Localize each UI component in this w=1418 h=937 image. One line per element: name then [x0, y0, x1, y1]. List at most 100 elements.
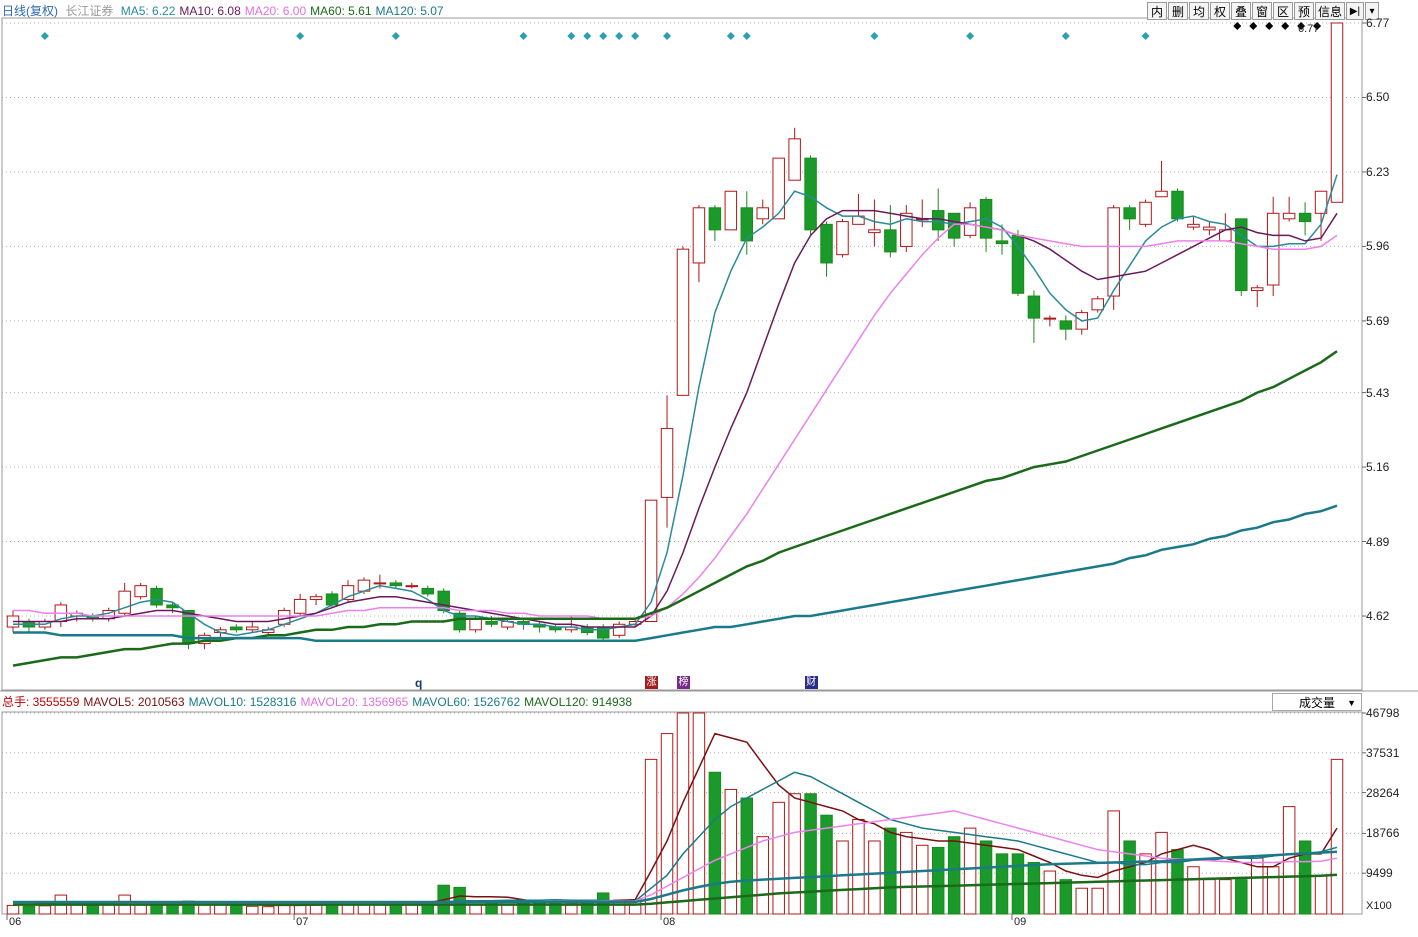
q-marker[interactable]: q [415, 676, 422, 690]
volume-bar[interactable] [70, 904, 84, 915]
signal-diamond-icon[interactable] [631, 32, 640, 40]
candle-body[interactable] [118, 590, 131, 614]
signal-diamond-icon[interactable] [870, 32, 879, 40]
candle-body[interactable] [1139, 201, 1152, 225]
volume-bar[interactable] [788, 793, 801, 915]
period-label[interactable]: 日线(复权) [2, 4, 58, 18]
volume-bar[interactable] [1043, 870, 1057, 915]
candle-body[interactable] [804, 157, 817, 231]
volume-bar[interactable] [884, 827, 897, 915]
candle-body[interactable] [995, 240, 1009, 245]
signal-diamond-icon[interactable] [966, 32, 975, 40]
volume-bar[interactable] [309, 904, 323, 915]
signal-diamond-icon[interactable] [583, 32, 592, 40]
candle-body[interactable] [1059, 320, 1073, 330]
candle-body[interactable] [1091, 298, 1104, 311]
candle-body[interactable] [788, 138, 801, 181]
toolbar-button-8[interactable]: 信息 [1315, 2, 1345, 20]
candle-body[interactable] [246, 626, 259, 631]
signal-diamond-icon[interactable] [726, 32, 735, 40]
toolbar-button-7[interactable]: 预 [1294, 2, 1314, 20]
toolbar-button-5[interactable]: 窗 [1252, 2, 1272, 20]
volume-bar[interactable] [166, 904, 179, 915]
volume-bar[interactable] [1187, 866, 1200, 915]
candle-body[interactable] [1011, 234, 1025, 294]
go-end-button[interactable]: ▶| [1346, 2, 1364, 20]
candle-body[interactable] [1155, 190, 1168, 198]
candle-body[interactable] [373, 582, 387, 585]
volume-bar[interactable] [246, 905, 259, 915]
candle-body[interactable] [485, 621, 498, 625]
volume-bar[interactable] [772, 801, 785, 915]
candle-body[interactable] [1282, 212, 1296, 220]
candle-body[interactable] [692, 207, 706, 264]
volume-bar[interactable] [230, 904, 243, 915]
signal-diamond-icon[interactable] [599, 32, 608, 40]
candle-body[interactable] [1250, 287, 1264, 292]
volume-bar[interactable] [756, 836, 769, 915]
volume-bar[interactable] [868, 840, 881, 915]
volume-bar[interactable] [38, 905, 52, 915]
signal-diamond-icon[interactable] [40, 32, 49, 40]
toolbar-button-1[interactable]: 删 [1168, 2, 1188, 20]
toolbar-button-6[interactable]: 区 [1273, 2, 1293, 20]
candle-body[interactable] [1298, 212, 1312, 223]
candle-body[interactable] [1043, 317, 1057, 320]
candle-body[interactable] [676, 248, 690, 396]
volume-bar[interactable] [86, 904, 100, 915]
candle-body[interactable] [389, 582, 403, 587]
volume-bar[interactable] [820, 814, 833, 915]
candle-body[interactable] [884, 229, 897, 253]
volume-bar[interactable] [261, 906, 275, 915]
volume-bar[interactable] [1075, 887, 1089, 915]
candle-body[interactable] [1203, 226, 1216, 231]
volume-bar[interactable] [1091, 887, 1104, 915]
signal-diamond-icon[interactable] [1141, 32, 1150, 40]
signal-diamond-icon[interactable] [1061, 32, 1070, 40]
volume-bar[interactable] [1027, 861, 1041, 915]
candle-body[interactable] [820, 223, 833, 264]
candle-body[interactable] [150, 587, 163, 606]
volume-bar[interactable] [947, 836, 961, 915]
volume-bar[interactable] [1314, 874, 1328, 915]
volume-bar[interactable] [1123, 840, 1136, 915]
signal-diamond-icon[interactable] [567, 32, 576, 40]
volume-bar[interactable] [708, 771, 722, 915]
candle-body[interactable] [772, 157, 785, 220]
candle-body[interactable] [756, 207, 769, 220]
volume-bar[interactable] [214, 904, 227, 915]
volume-bar[interactable] [277, 904, 291, 915]
event-badge-0[interactable]: 涨 [645, 676, 659, 689]
volume-bar[interactable] [804, 793, 817, 915]
signal-diamond-icon[interactable] [296, 32, 305, 40]
volume-bar[interactable] [916, 844, 929, 915]
signal-diamond-icon[interactable] [742, 32, 751, 40]
candle-body[interactable] [134, 585, 147, 598]
volume-bar[interactable] [1155, 831, 1168, 915]
volume-bar[interactable] [963, 827, 977, 915]
volume-bar[interactable] [1330, 758, 1344, 915]
indicator-dropdown[interactable]: 成交量 ▼ [1272, 693, 1362, 711]
candle-body[interactable] [1187, 223, 1200, 228]
volume-bar[interactable] [852, 819, 865, 915]
volume-bar[interactable] [6, 904, 20, 915]
candle-body[interactable] [1171, 190, 1184, 220]
event-badge-2[interactable]: 财 [804, 676, 818, 689]
candle-body[interactable] [708, 207, 722, 231]
volume-bar[interactable] [1266, 866, 1280, 915]
chart-canvas[interactable] [0, 0, 1418, 932]
toolbar-button-2[interactable]: 均 [1189, 2, 1209, 20]
toolbar-button-3[interactable]: 权 [1210, 2, 1230, 20]
volume-bar[interactable] [979, 840, 993, 915]
candle-body[interactable] [724, 190, 738, 231]
volume-bar[interactable] [1219, 879, 1232, 915]
signal-diamond-icon[interactable] [519, 32, 528, 40]
event-badge-1[interactable]: 榜 [676, 676, 690, 689]
candle-body[interactable] [1235, 218, 1248, 292]
signal-diamond-icon[interactable] [615, 32, 624, 40]
candle-body[interactable] [309, 596, 323, 600]
candle-body[interactable] [1027, 295, 1041, 319]
signal-diamond-icon[interactable] [391, 32, 400, 40]
volume-bar[interactable] [836, 840, 849, 915]
candle-body[interactable] [293, 598, 307, 614]
